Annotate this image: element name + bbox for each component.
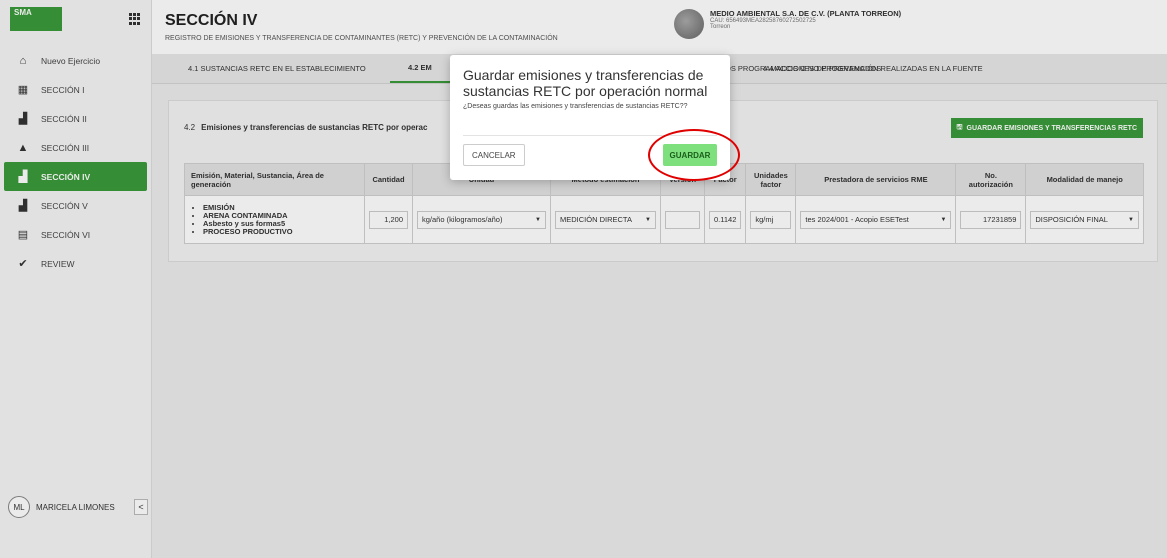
dialog-title: Guardar emisiones y transferencias de su…: [463, 67, 708, 99]
dialog-message: ¿Deseas guardas las emisiones y transfer…: [463, 103, 688, 110]
highlight-circle: [648, 129, 740, 181]
cancel-button[interactable]: CANCELAR: [463, 144, 525, 166]
